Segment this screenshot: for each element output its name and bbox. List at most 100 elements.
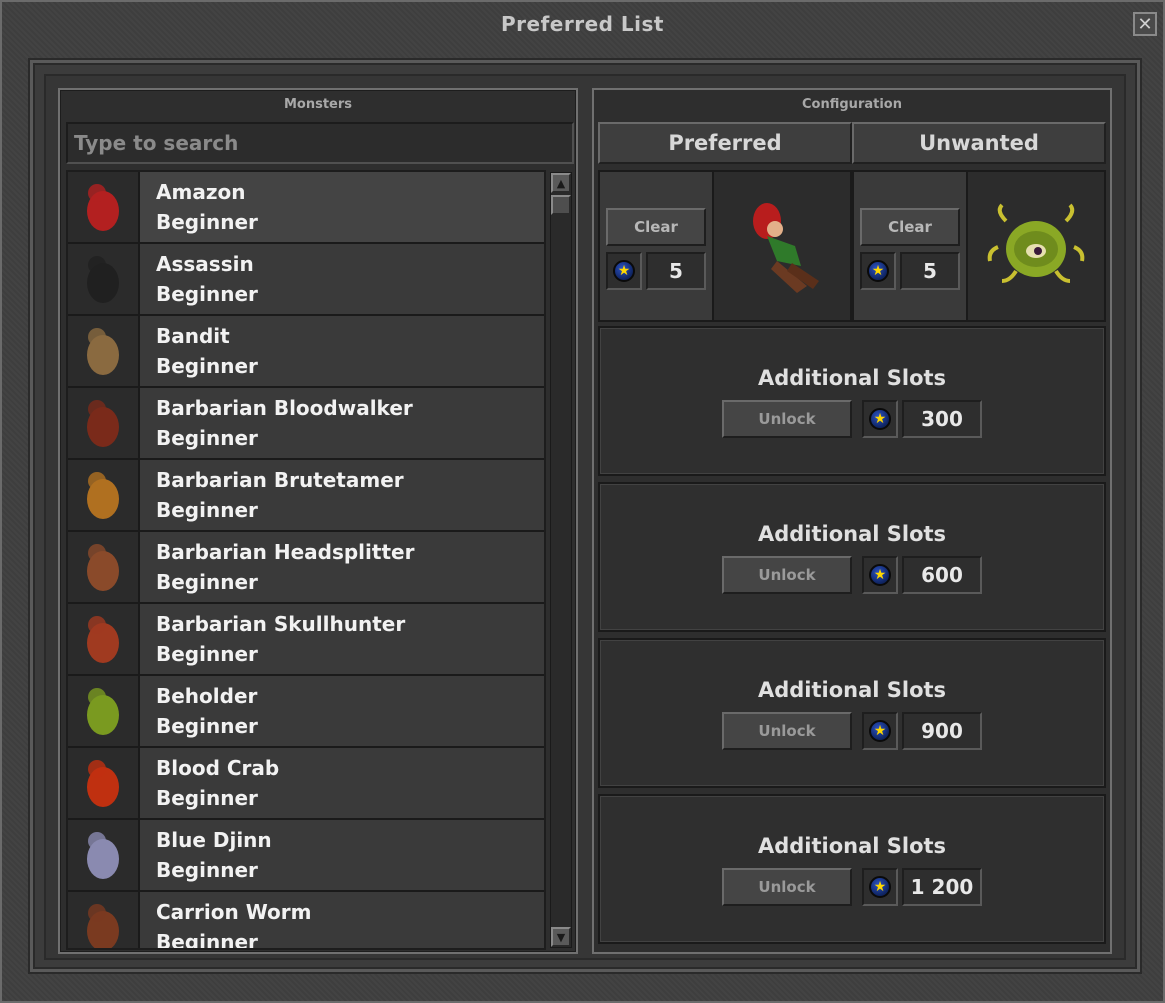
- additional-slots-label: Additional Slots: [757, 366, 947, 390]
- monster-name: Amazon: [156, 180, 246, 204]
- additional-slots-card: Additional Slots Unlock ★ 1 200: [598, 794, 1106, 944]
- arrow-down-icon: ▼: [556, 930, 566, 944]
- monster-list-item[interactable]: Barbarian Bloodwalker Beginner: [68, 388, 544, 460]
- monster-level: Beginner: [156, 570, 258, 594]
- monster-list-item[interactable]: Assassin Beginner: [68, 244, 544, 316]
- search-input[interactable]: [74, 124, 572, 162]
- coin-box: ★: [862, 400, 898, 438]
- monster-name: Barbarian Skullhunter: [156, 612, 406, 636]
- monster-name: Assassin: [156, 252, 254, 276]
- monster-list-item[interactable]: Bandit Beginner: [68, 316, 544, 388]
- monster-name: Barbarian Bloodwalker: [156, 396, 413, 420]
- title-bar[interactable]: Preferred List ✕: [2, 2, 1163, 46]
- star-coin-icon: ★: [613, 260, 635, 282]
- unlock-button[interactable]: Unlock: [722, 400, 852, 438]
- monster-name: Blue Djinn: [156, 828, 272, 852]
- monster-thumb: [68, 388, 140, 458]
- star-coin-icon: ★: [869, 720, 891, 742]
- monster-list-item[interactable]: Blue Djinn Beginner: [68, 820, 544, 892]
- monster-list-item[interactable]: Barbarian Skullhunter Beginner: [68, 604, 544, 676]
- coin-box: ★: [862, 712, 898, 750]
- monster-level: Beginner: [156, 426, 258, 450]
- monster-list-item[interactable]: Carrion Worm Beginner: [68, 892, 544, 950]
- coin-box: ★: [606, 252, 642, 290]
- coin-box: ★: [862, 556, 898, 594]
- unlock-button[interactable]: Unlock: [722, 712, 852, 750]
- carrion-worm-icon: [87, 904, 119, 948]
- unlock-button[interactable]: Unlock: [722, 868, 852, 906]
- additional-slots-card: Additional Slots Unlock ★ 600: [598, 482, 1106, 632]
- barbarian-headsplitter-icon: [87, 544, 119, 591]
- preferred-count: 5: [646, 252, 706, 290]
- blue-djinn-icon: [87, 832, 119, 879]
- unlock-price: 600: [902, 556, 982, 594]
- monster-thumb: [68, 748, 140, 818]
- monster-thumb: [68, 244, 140, 314]
- monster-thumb: [68, 532, 140, 602]
- monster-list-item[interactable]: Barbarian Headsplitter Beginner: [68, 532, 544, 604]
- additional-slots-label: Additional Slots: [757, 522, 947, 546]
- close-button[interactable]: ✕: [1133, 12, 1157, 36]
- monster-name: Carrion Worm: [156, 900, 312, 924]
- assassin-icon: [87, 256, 119, 303]
- monster-name: Bandit: [156, 324, 230, 348]
- tab-unwanted[interactable]: Unwanted: [852, 122, 1106, 164]
- monster-thumb: [68, 676, 140, 746]
- arrow-up-icon: ▲: [556, 176, 566, 190]
- preferred-preview[interactable]: [712, 172, 850, 320]
- star-coin-icon: ★: [869, 408, 891, 430]
- unwanted-preview[interactable]: [966, 172, 1104, 320]
- config-tabs: Preferred Unwanted: [598, 122, 1106, 164]
- slots-row: Clear ★ 5 Clear ★ 5: [598, 170, 1106, 322]
- monsters-header: Monsters: [283, 96, 353, 112]
- window-title: Preferred List: [501, 12, 664, 36]
- coin-box: ★: [862, 868, 898, 906]
- preferred-slot: Clear ★ 5: [598, 170, 852, 322]
- amazon-icon: [87, 184, 119, 231]
- monster-name: Beholder: [156, 684, 258, 708]
- monster-level: Beginner: [156, 282, 258, 306]
- close-icon: ✕: [1137, 13, 1153, 35]
- monster-level: Beginner: [156, 714, 258, 738]
- monster-thumb: [68, 892, 140, 948]
- monster-level: Beginner: [156, 858, 258, 882]
- configuration-panel: Configuration Preferred Unwanted Clear ★…: [592, 88, 1112, 954]
- barbarian-skullhunter-icon: [87, 616, 119, 663]
- beholder-icon: [87, 688, 119, 735]
- unwanted-slot: Clear ★ 5: [852, 170, 1106, 322]
- monster-name: Barbarian Brutetamer: [156, 468, 404, 492]
- amazon-icon: [753, 203, 819, 293]
- monsters-panel: Monsters AmazonBeginnerAssassinBeginnerB…: [58, 88, 578, 954]
- configuration-header: Configuration: [802, 96, 902, 112]
- search-box[interactable]: [66, 122, 574, 164]
- monster-thumb: [68, 604, 140, 674]
- beholder-icon: [987, 203, 1085, 283]
- additional-slots-card: Additional Slots Unlock ★ 900: [598, 638, 1106, 788]
- blood-crab-icon: [87, 760, 119, 807]
- monster-list: Amazon Beginner Assassin Beginner Bandit Begi…: [66, 170, 546, 950]
- unlock-price: 1 200: [902, 868, 982, 906]
- scroll-thumb[interactable]: [551, 195, 571, 215]
- preferred-clear-button[interactable]: Clear: [606, 208, 706, 246]
- monster-thumb: [68, 460, 140, 530]
- star-coin-icon: ★: [869, 876, 891, 898]
- scrollbar[interactable]: ▲ ▼: [550, 172, 572, 948]
- monster-list-item[interactable]: Amazon Beginner: [68, 172, 544, 244]
- coin-box: ★: [860, 252, 896, 290]
- monster-list-item[interactable]: Blood Crab Beginner: [68, 748, 544, 820]
- unlock-button[interactable]: Unlock: [722, 556, 852, 594]
- preferred-list-window: Preferred List ✕ Monsters Amazon Beginner…: [0, 0, 1165, 1003]
- additional-slots-label: Additional Slots: [757, 834, 947, 858]
- tab-preferred[interactable]: Preferred: [598, 122, 852, 164]
- scroll-down-button[interactable]: ▼: [551, 927, 571, 947]
- monster-level: Beginner: [156, 930, 258, 950]
- additional-slots-card: Additional Slots Unlock ★ 300: [598, 326, 1106, 476]
- monster-level: Beginner: [156, 498, 258, 522]
- scroll-up-button[interactable]: ▲: [551, 173, 571, 193]
- monster-list-item[interactable]: Beholder Beginner: [68, 676, 544, 748]
- monster-list-item[interactable]: Barbarian Brutetamer Beginner: [68, 460, 544, 532]
- monster-name: Blood Crab: [156, 756, 280, 780]
- additional-slots-label: Additional Slots: [757, 678, 947, 702]
- unwanted-clear-button[interactable]: Clear: [860, 208, 960, 246]
- monster-level: Beginner: [156, 786, 258, 810]
